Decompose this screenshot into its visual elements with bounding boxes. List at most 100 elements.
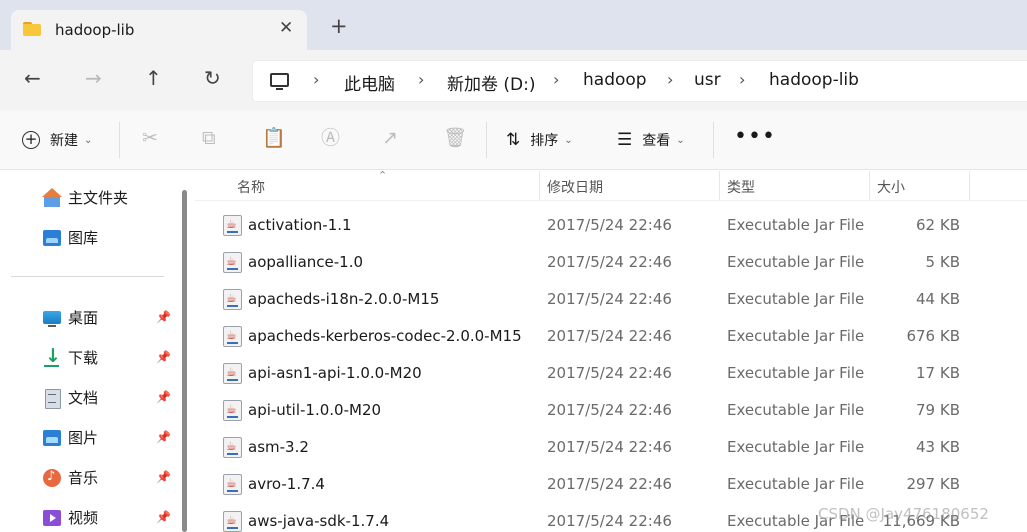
breadcrumb-separator-icon[interactable]: › <box>418 70 424 89</box>
file-row[interactable]: apacheds-kerberos-codec-2.0.0-M15 2017/5… <box>195 318 1027 355</box>
pin-icon[interactable]: 📌 <box>156 350 171 364</box>
file-date: 2017/5/24 22:46 <box>547 327 672 345</box>
chevron-down-icon: ⌄ <box>564 134 573 146</box>
file-row[interactable]: api-util-1.0.0-M20 2017/5/24 22:46 Execu… <box>195 392 1027 429</box>
share-icon[interactable]: ↗ <box>382 129 398 148</box>
up-icon[interactable]: ↑ <box>145 68 162 88</box>
column-divider[interactable] <box>719 171 720 201</box>
breadcrumb-separator-icon[interactable]: › <box>553 70 559 89</box>
close-tab-icon[interactable]: ✕ <box>279 18 293 38</box>
command-toolbar: + 新建 ⌄ ✂ ⧉ 📋 Ⓐ ↗ 🗑 ⇅ 排序 ⌄ ☰ 查看 ⌄ ••• <box>0 110 1027 170</box>
cut-icon[interactable]: ✂ <box>142 129 158 148</box>
file-name: api-util-1.0.0-M20 <box>248 401 382 419</box>
view-button[interactable]: ☰ 查看 ⌄ <box>617 130 685 150</box>
sidebar-item-label: 桌面 <box>68 309 99 327</box>
refresh-icon[interactable]: ↻ <box>204 68 221 88</box>
file-date: 2017/5/24 22:46 <box>547 364 672 382</box>
sidebar-item-downloads[interactable]: 下载 <box>42 345 98 368</box>
jar-file-icon <box>223 289 242 310</box>
file-size: 297 KB <box>906 475 960 493</box>
column-divider[interactable] <box>539 171 540 201</box>
file-row[interactable]: aopalliance-1.0 2017/5/24 22:46 Executab… <box>195 244 1027 281</box>
file-type: Executable Jar File <box>727 364 865 382</box>
sidebar-item-label: 图片 <box>68 429 99 447</box>
breadcrumb-separator-icon[interactable]: › <box>667 70 673 89</box>
column-header: ⌃ 名称 修改日期 类型 大小 <box>195 169 1027 201</box>
pin-icon[interactable]: 📌 <box>156 510 171 524</box>
documents-icon <box>42 388 62 409</box>
column-divider[interactable] <box>969 171 970 201</box>
more-options-icon[interactable]: ••• <box>734 124 776 149</box>
sort-up-icon: ⌃ <box>378 169 388 182</box>
file-type: Executable Jar File <box>727 253 865 271</box>
column-header-date[interactable]: 修改日期 <box>547 177 603 197</box>
file-name: apacheds-kerberos-codec-2.0.0-M15 <box>248 327 522 345</box>
file-row[interactable]: asm-3.2 2017/5/24 22:46 Executable Jar F… <box>195 429 1027 466</box>
file-date: 2017/5/24 22:46 <box>547 216 672 234</box>
paste-icon[interactable]: 📋 <box>262 129 286 148</box>
file-type: Executable Jar File <box>727 290 865 308</box>
breadcrumb-hadoop[interactable]: hadoop <box>583 70 647 90</box>
file-name: apacheds-i18n-2.0.0-M15 <box>248 290 440 308</box>
address-bar[interactable]: › 此电脑 › 新加卷 (D:) › hadoop › usr › hadoop… <box>252 60 1027 102</box>
file-type: Executable Jar File <box>727 438 865 456</box>
chevron-down-icon: ⌄ <box>84 134 93 146</box>
forward-icon[interactable]: → <box>85 68 102 88</box>
sidebar-item-gallery[interactable]: 图库 <box>42 227 98 248</box>
add-icon: + <box>22 131 40 149</box>
file-row[interactable]: avro-1.7.4 2017/5/24 22:46 Executable Ja… <box>195 466 1027 503</box>
file-row[interactable]: activation-1.1 2017/5/24 22:46 Executabl… <box>195 207 1027 244</box>
sidebar-item-videos[interactable]: 视频 <box>42 507 98 528</box>
sidebar-item-label: 主文件夹 <box>68 189 129 207</box>
file-name: api-asn1-api-1.0.0-M20 <box>248 364 422 382</box>
music-icon <box>42 468 62 488</box>
pin-icon[interactable]: 📌 <box>156 310 171 324</box>
sidebar-item-home[interactable]: 主文件夹 <box>42 187 128 208</box>
column-header-type[interactable]: 类型 <box>727 177 755 197</box>
new-tab-icon[interactable]: + <box>330 16 348 37</box>
file-type: Executable Jar File <box>727 327 865 345</box>
breadcrumb-this-pc[interactable]: 此电脑 <box>344 70 395 95</box>
jar-file-icon <box>223 474 242 495</box>
pin-icon[interactable]: 📌 <box>156 430 171 444</box>
file-name: aopalliance-1.0 <box>248 253 364 271</box>
jar-file-icon <box>223 252 242 273</box>
file-row[interactable]: api-asn1-api-1.0.0-M20 2017/5/24 22:46 E… <box>195 355 1027 392</box>
breadcrumb-drive-d[interactable]: 新加卷 (D:) <box>447 70 536 95</box>
new-button[interactable]: + 新建 ⌄ <box>22 130 92 150</box>
file-size: 62 KB <box>916 216 960 234</box>
sidebar-scrollbar[interactable] <box>182 190 187 532</box>
column-divider[interactable] <box>869 171 870 201</box>
jar-file-icon <box>223 363 242 384</box>
file-name: avro-1.7.4 <box>248 475 325 493</box>
file-name: aws-java-sdk-1.7.4 <box>248 512 390 530</box>
column-header-name[interactable]: 名称 <box>237 177 265 197</box>
breadcrumb-separator-icon[interactable]: › <box>313 70 319 89</box>
breadcrumb-usr[interactable]: usr <box>694 70 721 90</box>
sidebar-item-pictures[interactable]: 图片 <box>42 427 98 448</box>
back-icon[interactable]: ← <box>24 68 41 88</box>
tab-strip: hadoop-lib ✕ + <box>0 0 1027 50</box>
sidebar-item-label: 视频 <box>68 509 99 527</box>
sidebar-item-documents[interactable]: 文档 <box>42 387 99 409</box>
column-header-size[interactable]: 大小 <box>877 177 905 197</box>
sort-button[interactable]: ⇅ 排序 ⌄ <box>506 130 573 150</box>
file-date: 2017/5/24 22:46 <box>547 253 672 271</box>
jar-file-icon <box>223 326 242 347</box>
breadcrumb-hadoop-lib[interactable]: hadoop-lib <box>769 70 859 90</box>
file-row[interactable]: apacheds-i18n-2.0.0-M15 2017/5/24 22:46 … <box>195 281 1027 318</box>
tab-hadoop-lib[interactable]: hadoop-lib ✕ <box>11 10 307 50</box>
pin-icon[interactable]: 📌 <box>156 390 171 404</box>
sidebar-item-desktop[interactable]: 桌面 <box>42 307 98 328</box>
copy-icon[interactable]: ⧉ <box>202 129 216 148</box>
breadcrumb-separator-icon[interactable]: › <box>739 70 745 89</box>
sidebar-item-music[interactable]: 音乐 <box>42 467 98 488</box>
computer-icon[interactable] <box>270 73 289 90</box>
videos-icon <box>42 508 62 528</box>
gallery-icon <box>42 228 62 248</box>
rename-icon[interactable]: Ⓐ <box>321 129 340 148</box>
sidebar-item-label: 文档 <box>68 389 99 407</box>
pin-icon[interactable]: 📌 <box>156 470 171 484</box>
delete-icon[interactable]: 🗑 <box>443 129 467 148</box>
pictures-icon <box>42 428 62 448</box>
